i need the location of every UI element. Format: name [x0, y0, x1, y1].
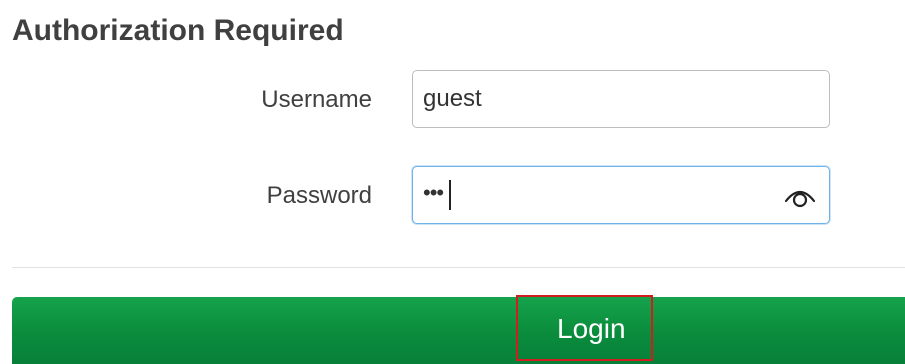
page-title: Authorization Required — [12, 14, 344, 47]
login-button-label: Login — [557, 313, 626, 344]
username-field[interactable]: guest — [412, 70, 830, 128]
username-label: Username — [261, 86, 372, 113]
password-masked-value: ••• — [423, 180, 444, 205]
username-value: guest — [423, 85, 482, 112]
form-divider — [12, 267, 905, 268]
text-caret — [449, 180, 451, 210]
login-button[interactable]: Login — [12, 297, 905, 364]
eye-icon[interactable] — [783, 181, 817, 211]
password-label: Password — [266, 182, 372, 209]
password-field[interactable]: ••• — [412, 166, 830, 224]
login-page: Authorization Required Username guest Pa… — [0, 0, 905, 364]
